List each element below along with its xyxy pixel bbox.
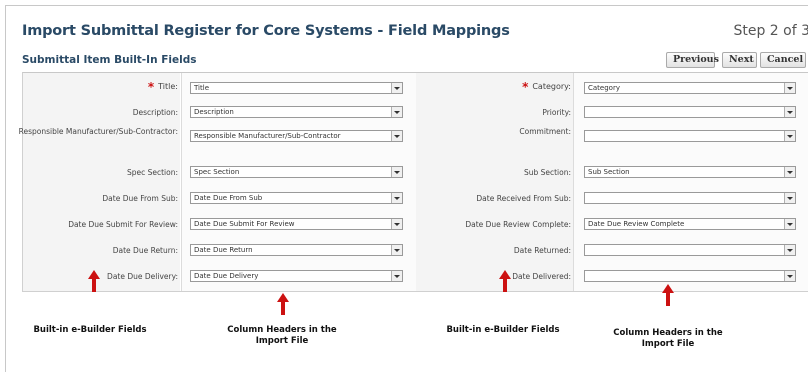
chevron-down-icon[interactable] — [391, 107, 402, 117]
field-label-left: Date Due Return: — [18, 246, 178, 256]
select-value: Date Due Delivery — [194, 272, 259, 280]
annotation-builtin-fields-right: Built-in e-Builder Fields — [446, 325, 560, 335]
field-label-left: Description: — [18, 108, 178, 118]
select-value: Category — [588, 84, 620, 92]
field-label-text: Responsible Manufacturer/Sub-Contractor: — [18, 127, 178, 136]
chevron-down-icon[interactable] — [391, 271, 402, 281]
right-label-column — [416, 73, 573, 291]
field-label-text: Priority: — [542, 108, 571, 117]
up-arrow-icon — [662, 284, 674, 306]
select-value: Description — [194, 108, 234, 116]
annotation-builtin-fields-left: Built-in e-Builder Fields — [33, 325, 147, 335]
chevron-down-icon[interactable] — [391, 131, 402, 141]
column-mapping-select-left[interactable]: Spec Section — [190, 166, 403, 178]
column-mapping-select-right[interactable] — [584, 244, 796, 256]
chevron-down-icon[interactable] — [784, 83, 795, 93]
required-asterisk-icon: * — [522, 80, 529, 94]
select-value: Date Due From Sub — [194, 194, 263, 202]
select-value: Title — [194, 84, 210, 92]
chevron-down-icon[interactable] — [784, 271, 795, 281]
step-indicator: Step 2 of 3 — [733, 23, 808, 39]
field-label-left: Date Due Submit For Review: — [18, 220, 178, 230]
column-mapping-select-left[interactable]: Title — [190, 82, 403, 94]
field-label-text: Date Due From Sub: — [102, 194, 178, 203]
column-mapping-select-left[interactable]: Date Due Return — [190, 244, 403, 256]
chevron-down-icon[interactable] — [391, 245, 402, 255]
select-value: Spec Section — [194, 168, 240, 176]
field-label-right: Priority: — [421, 108, 571, 118]
field-label-text: Date Received From Sub: — [476, 194, 571, 203]
column-mapping-select-right[interactable]: Category — [584, 82, 796, 94]
select-value: Date Due Return — [194, 246, 253, 254]
field-label-right: Date Due Review Complete: — [421, 220, 571, 230]
field-label-text: Date Due Delivery: — [107, 272, 178, 281]
chevron-down-icon[interactable] — [391, 167, 402, 177]
field-label-text: Date Returned: — [513, 246, 571, 255]
select-value: Date Due Review Complete — [588, 220, 685, 228]
field-label-text: Category: — [532, 82, 571, 91]
field-label-left: * Title: — [18, 80, 178, 94]
chevron-down-icon[interactable] — [391, 193, 402, 203]
column-mapping-select-right[interactable]: Sub Section — [584, 166, 796, 178]
field-label-text: Date Due Return: — [112, 246, 178, 255]
field-label-left: Date Due From Sub: — [18, 194, 178, 204]
next-button[interactable]: Next — [722, 52, 757, 68]
column-mapping-select-left[interactable]: Responsible Manufacturer/Sub-Contractor — [190, 130, 403, 142]
field-label-right: Commitment: — [421, 127, 571, 137]
page-title: Import Submittal Register for Core Syste… — [22, 23, 510, 39]
column-mapping-select-right[interactable] — [584, 270, 796, 282]
field-label-text: Date Delivered: — [512, 272, 571, 281]
select-value: Sub Section — [588, 168, 630, 176]
column-mapping-select-right[interactable] — [584, 130, 796, 142]
field-label-text: Commitment: — [519, 127, 571, 136]
column-mapping-select-right[interactable]: Date Due Review Complete — [584, 218, 796, 230]
field-label-text: Date Due Submit For Review: — [68, 220, 178, 229]
up-arrow-icon — [277, 293, 289, 315]
field-label-right: Date Received From Sub: — [421, 194, 571, 204]
annotation-column-headers-right: Column Headers in the Import File — [613, 328, 723, 349]
chevron-down-icon[interactable] — [391, 83, 402, 93]
field-label-text: Sub Section: — [523, 168, 571, 177]
field-label-right: Sub Section: — [421, 168, 571, 178]
chevron-down-icon[interactable] — [784, 107, 795, 117]
field-label-left: Spec Section: — [18, 168, 178, 178]
field-label-text: Date Due Review Complete: — [465, 220, 571, 229]
chevron-down-icon[interactable] — [784, 131, 795, 141]
up-arrow-icon — [499, 270, 511, 292]
column-mapping-select-left[interactable]: Description — [190, 106, 403, 118]
section-title: Submittal Item Built-In Fields — [22, 54, 197, 66]
column-mapping-select-right[interactable] — [584, 192, 796, 204]
chevron-down-icon[interactable] — [784, 193, 795, 203]
field-label-text: Title: — [158, 82, 178, 91]
column-mapping-select-left[interactable]: Date Due Delivery — [190, 270, 403, 282]
field-label-right: Date Returned: — [421, 246, 571, 256]
annotation-column-headers-left: Column Headers in the Import File — [227, 325, 337, 346]
field-label-right: Date Delivered: — [421, 272, 571, 282]
chevron-down-icon[interactable] — [391, 219, 402, 229]
column-mapping-select-right[interactable] — [584, 106, 796, 118]
up-arrow-icon — [88, 270, 100, 292]
cancel-button[interactable]: Cancel — [760, 52, 806, 68]
column-mapping-select-left[interactable]: Date Due From Sub — [190, 192, 403, 204]
field-label-text: Spec Section: — [126, 168, 178, 177]
chevron-down-icon[interactable] — [784, 245, 795, 255]
field-label-right: * Category: — [421, 80, 571, 94]
field-label-text: Description: — [132, 108, 178, 117]
chevron-down-icon[interactable] — [784, 167, 795, 177]
select-value: Date Due Submit For Review — [194, 220, 295, 228]
column-mapping-select-left[interactable]: Date Due Submit For Review — [190, 218, 403, 230]
left-label-column — [23, 73, 180, 291]
required-asterisk-icon: * — [147, 80, 155, 94]
previous-button[interactable]: Previous — [666, 52, 719, 68]
chevron-down-icon[interactable] — [784, 219, 795, 229]
select-value: Responsible Manufacturer/Sub-Contractor — [194, 132, 341, 140]
field-label-left: Responsible Manufacturer/Sub-Contractor: — [18, 127, 178, 137]
